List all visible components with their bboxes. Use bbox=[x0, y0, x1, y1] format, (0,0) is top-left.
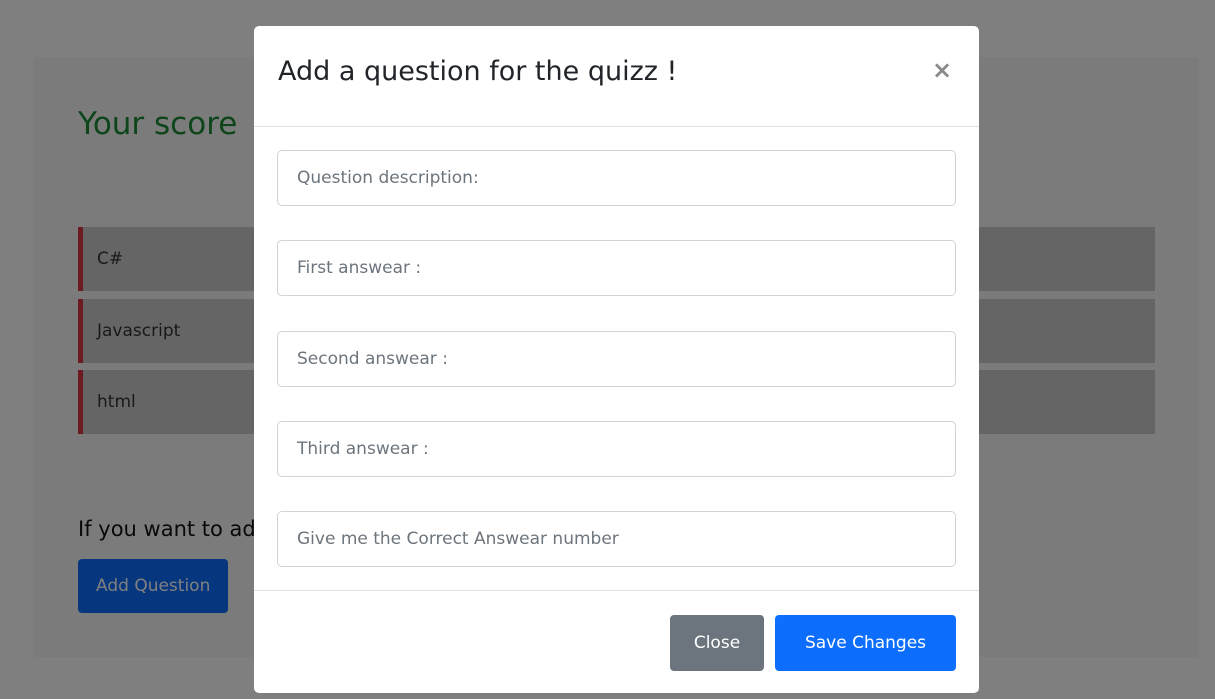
second-answer-input[interactable] bbox=[277, 331, 956, 387]
close-icon[interactable]: × bbox=[928, 56, 956, 84]
save-changes-button[interactable]: Save Changes bbox=[775, 615, 956, 671]
add-question-modal: Add a question for the quizz ! × Close S… bbox=[254, 26, 979, 693]
correct-answer-number-input[interactable] bbox=[277, 511, 956, 567]
modal-header: Add a question for the quizz ! × bbox=[254, 26, 979, 127]
first-answer-input[interactable] bbox=[277, 240, 956, 296]
close-button[interactable]: Close bbox=[670, 615, 764, 671]
third-answer-input[interactable] bbox=[277, 421, 956, 477]
question-description-input[interactable] bbox=[277, 150, 956, 206]
modal-title: Add a question for the quizz ! bbox=[278, 56, 678, 87]
modal-footer: Close Save Changes bbox=[254, 590, 979, 694]
